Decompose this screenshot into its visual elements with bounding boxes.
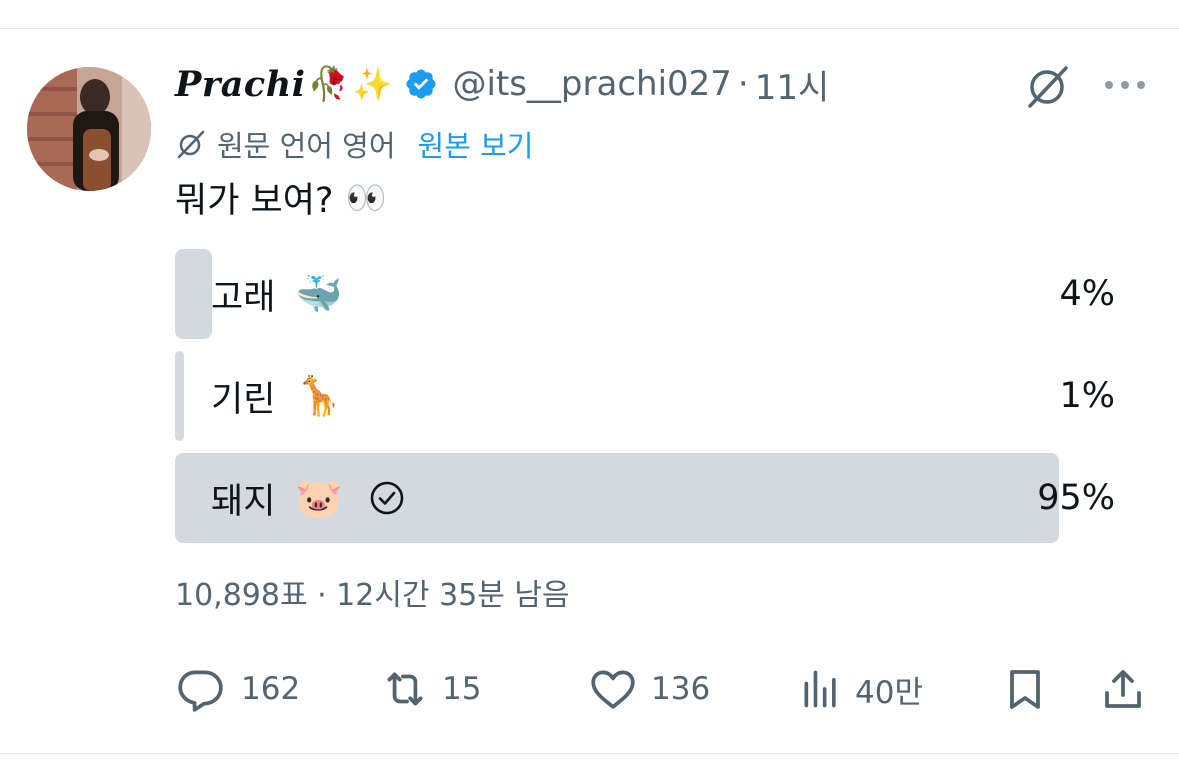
translation-label: 원문 언어 영어 xyxy=(217,129,396,163)
poll-option-percent: 4% xyxy=(1059,274,1115,314)
pig-emoji: 🐷 xyxy=(295,475,343,520)
poll-option-text: 돼지 xyxy=(211,481,276,522)
timestamp[interactable]: 11시 xyxy=(755,60,830,109)
separator-dot: · xyxy=(737,64,749,104)
repost-button[interactable]: 15 xyxy=(378,662,481,716)
tweet-text: 뭐가 보여? 👀 xyxy=(175,172,387,223)
like-button[interactable]: 136 xyxy=(587,662,710,716)
grok-translate-icon xyxy=(175,128,207,160)
reply-bubble-icon xyxy=(175,664,225,714)
show-original-link[interactable]: 원본 보기 xyxy=(418,123,534,165)
eyes-emoji: 👀 xyxy=(345,177,387,217)
check-circle-icon xyxy=(369,480,405,516)
top-divider xyxy=(0,28,1179,29)
poll-meta: 10,898표 · 12시간 35분 남음 xyxy=(175,578,570,613)
bookmark-button[interactable] xyxy=(1001,662,1049,716)
reply-count: 162 xyxy=(241,671,301,707)
poll-option-giraffe: 기린 🦒 1% xyxy=(175,351,1115,441)
poll: 고래 🐳 4% 기린 🦒 1% 돼지 🐷 95% xyxy=(175,249,1115,555)
repost-icon xyxy=(378,664,432,714)
poll-option-whale: 고래 🐳 4% xyxy=(175,249,1115,339)
bottom-divider xyxy=(0,753,1179,754)
poll-bar xyxy=(175,351,184,441)
whale-emoji: 🐳 xyxy=(295,271,343,316)
views-bar-icon xyxy=(799,664,843,714)
views-button[interactable]: 40만 xyxy=(799,662,923,716)
tweet-header: Prachi 🥀 ✨ @its__prachi027 · 11시 xyxy=(175,58,829,110)
poll-option-label: 고래 🐳 xyxy=(211,249,343,339)
views-count: 40만 xyxy=(855,674,923,711)
giraffe-emoji: 🦒 xyxy=(295,373,343,418)
display-name[interactable]: Prachi xyxy=(175,64,306,105)
poll-option-percent: 1% xyxy=(1059,376,1115,416)
action-bar: 162 15 136 40만 xyxy=(175,662,1149,716)
like-count: 136 xyxy=(651,671,711,707)
poll-option-pig: 돼지 🐷 95% xyxy=(175,453,1115,543)
bookmark-icon xyxy=(1001,664,1049,714)
reply-button[interactable]: 162 xyxy=(175,662,300,716)
more-dots-icon[interactable] xyxy=(1101,75,1149,95)
repost-count: 15 xyxy=(442,671,482,707)
sparkles-emoji: ✨ xyxy=(352,65,393,103)
share-icon xyxy=(1099,664,1147,714)
poll-option-percent: 95% xyxy=(1037,478,1115,518)
poll-option-label: 돼지 🐷 xyxy=(211,453,405,543)
wilted-flower-emoji: 🥀 xyxy=(307,64,349,103)
poll-option-text: 기린 xyxy=(211,379,276,420)
tweet-text-body: 뭐가 보여? xyxy=(175,181,334,221)
poll-option-label: 기린 🦒 xyxy=(211,351,343,441)
user-handle[interactable]: @its__prachi027 xyxy=(452,64,731,104)
heart-icon xyxy=(587,664,639,714)
poll-bar xyxy=(175,249,212,339)
avatar[interactable] xyxy=(27,67,151,191)
poll-option-text: 고래 xyxy=(211,277,276,318)
verified-badge-icon[interactable] xyxy=(404,67,438,101)
translation-row: 원문 언어 영어 원본 보기 xyxy=(175,124,533,164)
share-button[interactable] xyxy=(1099,662,1147,716)
grok-slash-icon[interactable] xyxy=(1022,60,1074,112)
